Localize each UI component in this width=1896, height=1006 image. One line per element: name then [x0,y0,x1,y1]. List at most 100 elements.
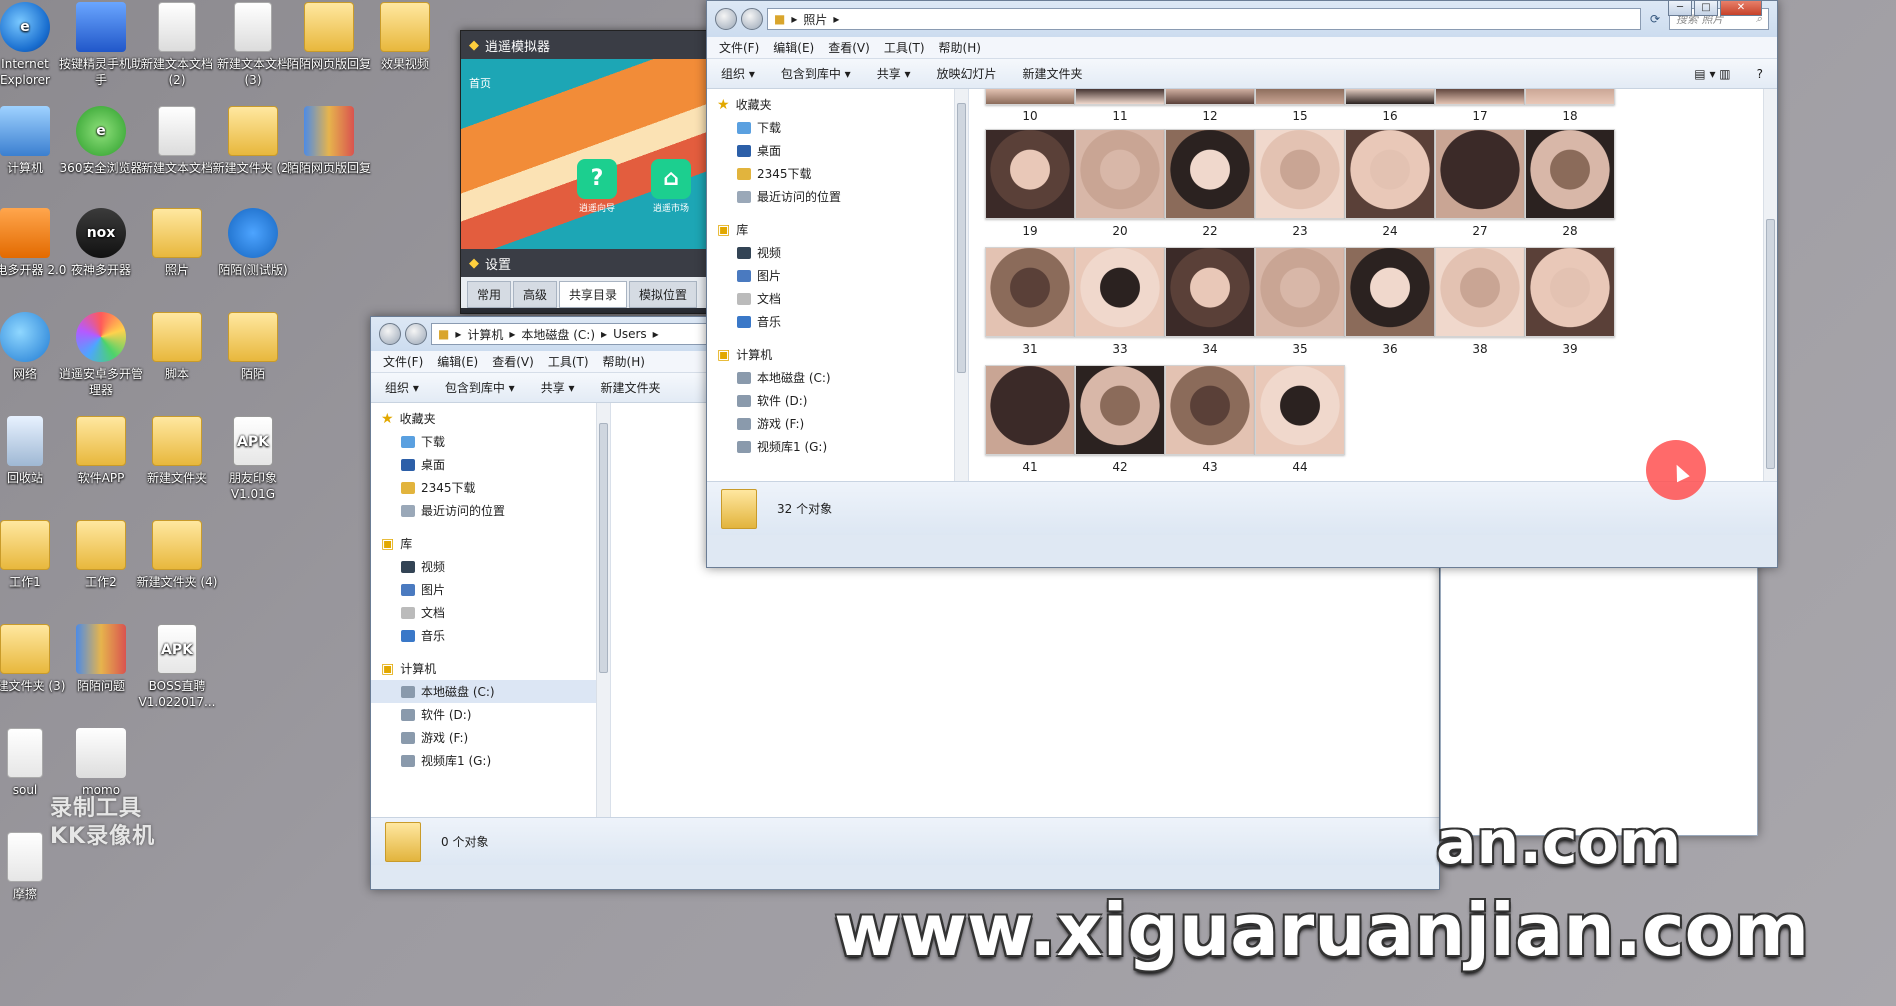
blank-window[interactable] [1440,560,1758,836]
menu-item[interactable]: 工具(T) [548,353,589,370]
simulator-titlebar[interactable]: ◆ 逍遥模拟器 [461,31,709,59]
desktop-icon[interactable]: APK BOSS直聘 V1.022017... [134,624,220,710]
maximize-button[interactable]: □ [1694,0,1718,16]
menu-item[interactable]: 工具(T) [884,39,925,56]
desktop-icon[interactable]: 照片 [134,208,220,278]
photo-thumbnail[interactable]: 17 [1435,89,1525,123]
desktop-icon[interactable]: 陌陌网页版回复 [286,106,372,176]
nav-header[interactable]: ★ 收藏夹 [707,93,968,116]
photo-thumbnail[interactable]: 15 [1255,89,1345,123]
photo-thumbnail[interactable]: 10 [985,89,1075,123]
desktop-icon[interactable]: 陌陌 [210,312,296,382]
desktop-icon[interactable]: 新建文件夹 (2) [210,106,296,176]
menu-item[interactable]: 文件(F) [383,353,423,370]
refresh-icon[interactable]: ⟳ [1645,12,1665,26]
simulator-screen[interactable]: 首页 ? 逍遥向导 ⌂ 逍遥市场 [461,59,709,249]
desktop-icon[interactable]: 软件APP [58,416,144,486]
nav-item[interactable]: 图片 [371,578,610,601]
toolbar-button[interactable]: 包含到库中 ▾ [781,65,851,82]
grid-scroll-thumb[interactable] [1766,219,1775,469]
nav-scroll-thumb[interactable] [957,103,966,373]
photo-thumbnail[interactable]: 44 [1255,365,1345,474]
menu-item[interactable]: 编辑(E) [773,39,814,56]
nav-item[interactable]: 视频库1 (G:) [371,749,610,772]
settings-tab[interactable]: 共享目录 [559,281,628,308]
sim-market-app[interactable]: ⌂ 逍遥市场 [651,159,691,214]
nav-header[interactable]: ▣ 库 [371,532,610,555]
toolbar-button[interactable]: 组织 ▾ [721,65,755,82]
nav-item[interactable]: 文档 [371,601,610,624]
navigation-pane[interactable]: ★ 收藏夹 下载 桌面 2345下载 最近访问的位置 ▣ 库视频 图片 文档 音乐 ▣ 计算机 本地磁盘 … [707,89,969,481]
nav-item[interactable]: 音乐 [371,624,610,647]
simulator-window[interactable]: ◆ 逍遥模拟器 首页 ? 逍遥向导 ⌂ 逍遥市场 ◆ 设置 常用 高级 共享目录 模拟… [460,30,710,314]
desktop-icon[interactable]: 逍遥安卓多开管理器 [58,312,144,398]
back-button[interactable] [715,8,737,30]
nav-item[interactable]: 图片 [707,264,968,287]
photo-thumbnail[interactable]: 36 [1345,247,1435,356]
photo-thumbnail[interactable]: 23 [1255,129,1345,238]
desktop-icon[interactable]: 新建文本文档 (2) [134,2,220,88]
nav-scroll-thumb[interactable] [599,423,608,673]
desktop-icon[interactable]: 新建文本文档 [134,106,220,176]
nav-item[interactable]: 下载 [371,430,610,453]
menu-item[interactable]: 帮助(H) [603,353,645,370]
breadcrumb-item[interactable]: Users [613,327,647,341]
desktop-icon[interactable]: 按键精灵手机助手 [58,2,144,88]
explorer-photos-window[interactable]: ■ ▸ 照片 ▸ ⟳ 搜索 照片 ⌕ 文件(F) 编辑(E) 查看(V) 工具(T) 帮助(… [706,0,1778,568]
nav-item[interactable]: 视频 [707,241,968,264]
photo-thumbnail[interactable]: 39 [1525,247,1615,356]
nav-header[interactable]: ▣ 计算机 [707,343,968,366]
toolbar-button[interactable]: 共享 ▾ [877,65,911,82]
nav-item[interactable]: 桌面 [371,453,610,476]
desktop-icon[interactable]: e 360安全浏览器 [58,106,144,176]
photo-thumbnail[interactable]: 38 [1435,247,1525,356]
breadcrumb-item[interactable]: 计算机 [467,326,503,343]
settings-tab[interactable]: 常用 [467,281,512,308]
desktop-icon[interactable]: 新建文本文档 (3) [210,2,296,88]
settings-titlebar[interactable]: ◆ 设置 [461,249,709,277]
nav-item[interactable]: 下载 [707,116,968,139]
nav-item[interactable]: 本地磁盘 (C:) [371,680,610,703]
photo-thumbnail[interactable]: 41 [985,365,1075,474]
photo-thumbnail[interactable]: 42 [1075,365,1165,474]
photo-thumbnail[interactable]: 34 [1165,247,1255,356]
photo-thumbnail[interactable]: 22 [1165,129,1255,238]
address-bar[interactable]: ■ ▸ 照片 ▸ [767,8,1641,30]
desktop-icon[interactable]: momo [58,728,144,798]
menu-item[interactable]: 查看(V) [828,39,870,56]
close-button[interactable]: ✕ [1720,0,1762,16]
settings-tab[interactable]: 高级 [513,281,558,308]
desktop-icon[interactable]: 工作2 [58,520,144,590]
photo-grid[interactable]: 10 11 12 15 16 17 18 19 20 22 23 24 27 28 31 33 34 35 36 38… [969,89,1777,481]
help-icon[interactable]: ? [1757,67,1763,81]
toolbar-button[interactable]: 共享 ▾ [541,379,575,396]
photo-thumbnail[interactable]: 18 [1525,89,1615,123]
menu-item[interactable]: 帮助(H) [939,39,981,56]
settings-tab[interactable]: 模拟位置 [629,281,698,308]
toolbar-button[interactable]: 包含到库中 ▾ [445,379,515,396]
nav-item[interactable]: 最近访问的位置 [371,499,610,522]
toolbar-button[interactable]: 新建文件夹 [601,379,661,396]
breadcrumb-item[interactable]: 照片 [803,11,827,28]
nav-item[interactable]: 游戏 (F:) [707,412,968,435]
nav-item[interactable]: 2345下载 [707,162,968,185]
view-options-icon[interactable]: ▤ ▾ ▥ [1694,67,1730,81]
photo-thumbnail[interactable]: 28 [1525,129,1615,238]
desktop-icon[interactable]: 效果视频 [362,2,448,72]
nav-item[interactable]: 本地磁盘 (C:) [707,366,968,389]
toolbar-button[interactable]: 组织 ▾ [385,379,419,396]
nav-item[interactable]: 视频 [371,555,610,578]
photo-thumbnail[interactable]: 24 [1345,129,1435,238]
forward-button[interactable] [741,8,763,30]
back-button[interactable] [379,323,401,345]
nav-scrollbar[interactable] [596,403,610,817]
menu-item[interactable]: 查看(V) [492,353,534,370]
toolbar-button[interactable]: 放映幻灯片 [937,65,997,82]
menu-item[interactable]: 文件(F) [719,39,759,56]
nav-item[interactable]: 最近访问的位置 [707,185,968,208]
photo-thumbnail[interactable]: 31 [985,247,1075,356]
nav-item[interactable]: 视频库1 (G:) [707,435,968,458]
desktop-icon[interactable]: 陌陌网页版回复 [286,2,372,72]
desktop-icon[interactable]: APK 朋友印象 V1.01G [210,416,296,502]
photo-thumbnail[interactable]: 43 [1165,365,1255,474]
